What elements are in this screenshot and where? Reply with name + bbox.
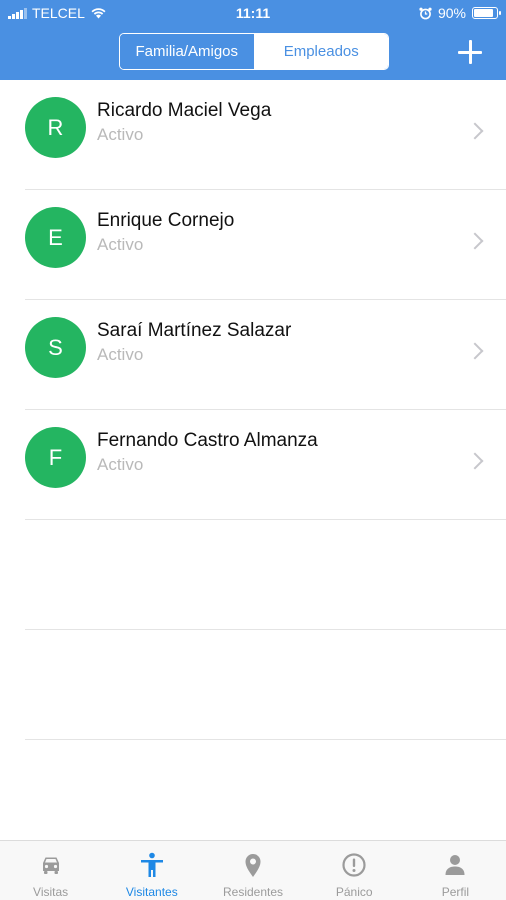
visitor-type-segmented-control[interactable]: Familia/Amigos Empleados [119, 33, 389, 70]
tab-bar: Visitas Visitantes Residentes Pánico Per… [0, 840, 506, 900]
battery-percent: 90% [437, 5, 466, 21]
segment-empleados[interactable]: Empleados [254, 34, 388, 69]
chevron-right-icon [466, 122, 484, 140]
empty-row-divider [25, 630, 506, 740]
tab-panico[interactable]: Pánico [304, 841, 405, 900]
person-icon [140, 852, 163, 877]
tab-visitas[interactable]: Visitas [0, 841, 101, 900]
list-item[interactable]: S Saraí Martínez Salazar Activo [25, 300, 506, 410]
tab-label: Visitantes [125, 885, 178, 899]
visitor-status: Activo [97, 455, 144, 474]
visitor-name: Ricardo Maciel Vega [97, 100, 272, 121]
visitor-name: Fernando Castro Almanza [97, 430, 318, 451]
avatar: S [25, 317, 86, 378]
location-pin-icon [245, 854, 261, 877]
tab-visitantes[interactable]: Visitantes [101, 841, 202, 900]
visitor-name: Enrique Cornejo [97, 210, 235, 231]
tab-perfil[interactable]: Perfil [405, 841, 506, 900]
tab-label: Residentes [222, 885, 284, 899]
user-icon [445, 855, 465, 875]
car-icon [42, 857, 59, 874]
plus-icon[interactable] [454, 36, 486, 68]
chevron-right-icon [466, 452, 484, 470]
avatar: E [25, 207, 86, 268]
empty-row-divider [25, 520, 506, 630]
battery-icon [472, 7, 501, 19]
visitor-status: Activo [97, 235, 144, 254]
header: TELCEL 11:11 90% Familia/Amigos Empleado… [0, 0, 506, 80]
alarm-icon [419, 7, 432, 19]
chevron-right-icon [466, 342, 484, 360]
avatar: R [25, 97, 86, 158]
tab-label: Perfil [441, 885, 470, 899]
status-bar: TELCEL 11:11 90% [0, 0, 506, 26]
list-item[interactable]: F Fernando Castro Almanza Activo [25, 410, 506, 520]
visitor-list: R Ricardo Maciel Vega Activo E Enrique C… [0, 80, 506, 740]
visitor-name: Saraí Martínez Salazar [97, 320, 292, 341]
avatar: F [25, 427, 86, 488]
tab-residentes[interactable]: Residentes [202, 841, 303, 900]
list-item[interactable]: R Ricardo Maciel Vega Activo [25, 80, 506, 190]
visitor-status: Activo [97, 125, 144, 144]
tab-label: Visitas [33, 885, 69, 899]
visitor-status: Activo [97, 345, 144, 364]
chevron-right-icon [466, 232, 484, 250]
alert-circle-icon [342, 853, 366, 877]
tab-label: Pánico [335, 885, 373, 899]
segment-familia-amigos[interactable]: Familia/Amigos [120, 34, 255, 69]
list-item[interactable]: E Enrique Cornejo Activo [25, 190, 506, 300]
